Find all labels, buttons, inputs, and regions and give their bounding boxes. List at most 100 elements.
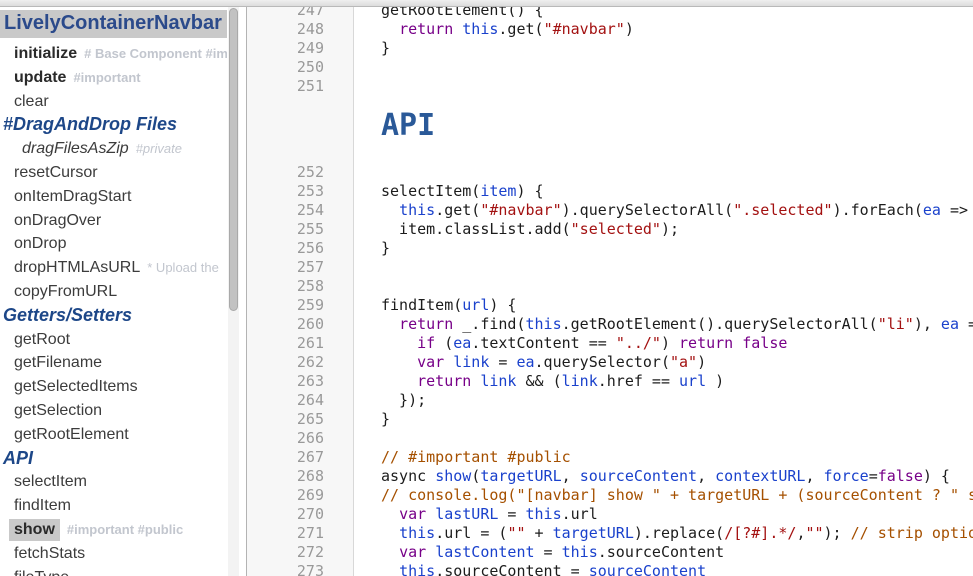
code-line[interactable]: });: [354, 391, 973, 410]
sidebar-item-onDragOver[interactable]: onDragOver: [0, 209, 227, 233]
member-label: selectItem: [14, 473, 87, 490]
code-line[interactable]: var lastContent = this.sourceContent: [354, 543, 973, 562]
code-token: .sourceContent: [598, 543, 724, 561]
code-token: }: [381, 39, 390, 57]
code-line[interactable]: var link = ea.querySelector("a"): [354, 353, 973, 372]
member-annotation: # Base Component #im: [84, 46, 227, 61]
code-line[interactable]: [354, 163, 973, 182]
code-token: false: [878, 467, 923, 485]
member-annotation: * Upload the: [147, 260, 219, 275]
sidebar-item-onDrop[interactable]: onDrop: [0, 232, 227, 256]
code-token: [381, 372, 417, 390]
line-number: 273: [247, 562, 354, 576]
code-line[interactable]: // console.log("[navbar] show " + target…: [354, 486, 973, 505]
sidebar-item-clear[interactable]: clear: [0, 90, 227, 114]
code-token: show: [435, 467, 471, 485]
code-token: ) {: [489, 296, 516, 314]
sidebar-item-getRootElement[interactable]: getRootElement: [0, 423, 227, 447]
sidebar-item-dropHTMLAsURL[interactable]: dropHTMLAsURL* Upload the: [0, 256, 227, 280]
line-number: 249: [247, 39, 354, 58]
code-line[interactable]: findItem(url) {: [354, 296, 973, 315]
sidebar-group-heading[interactable]: Getters/Setters: [0, 304, 227, 328]
sidebar-item-onItemDragStart[interactable]: onItemDragStart: [0, 185, 227, 209]
sidebar-item-dragFilesAsZip[interactable]: dragFilesAsZip#private: [0, 137, 227, 161]
code-row: 261 if (ea.textContent == "../") return …: [247, 334, 973, 353]
code-line[interactable]: [354, 429, 973, 448]
code-line[interactable]: item.classList.add("selected");: [354, 220, 973, 239]
line-number: 264: [247, 391, 354, 410]
code-token: return: [399, 315, 453, 333]
sidebar-item-getSelection[interactable]: getSelection: [0, 399, 227, 423]
sidebar-item-fetchStats[interactable]: fetchStats: [0, 542, 227, 566]
sidebar-item-getFilename[interactable]: getFilename: [0, 351, 227, 375]
line-number: 263: [247, 372, 354, 391]
code-token: force: [824, 467, 869, 485]
member-label: getSelectedItems: [14, 378, 138, 395]
code-line[interactable]: }: [354, 239, 973, 258]
code-line[interactable]: return link && (link.href == url ): [354, 372, 973, 391]
code-row: 255 item.classList.add("selected");: [247, 220, 973, 239]
sidebar-item-selectItem[interactable]: selectItem: [0, 470, 227, 494]
sidebar-item-copyFromURL[interactable]: copyFromURL: [0, 280, 227, 304]
sidebar-scrollbar-thumb[interactable]: [229, 8, 238, 311]
code-token: ea: [453, 334, 471, 352]
sidebar-item-fileType[interactable]: fileType: [0, 566, 227, 576]
code-line[interactable]: }: [354, 410, 973, 429]
code-line[interactable]: [354, 58, 973, 77]
code-line[interactable]: var lastURL = this.url: [354, 505, 973, 524]
code-line[interactable]: return this.get("#navbar"): [354, 20, 973, 39]
code-token: ea: [516, 353, 534, 371]
member-label: Getters/Setters: [3, 305, 132, 325]
sidebar-group-heading[interactable]: API: [0, 447, 227, 471]
code-token: var: [399, 543, 426, 561]
code-token: findItem(: [381, 296, 462, 314]
code-token: url: [679, 372, 706, 390]
code-row: 257: [247, 258, 973, 277]
code-line[interactable]: [354, 258, 973, 277]
code-line[interactable]: [354, 77, 973, 96]
code-line[interactable]: async show(targetURL, sourceContent, con…: [354, 467, 973, 486]
code-line[interactable]: [354, 277, 973, 296]
sidebar-group-heading[interactable]: #DragAndDrop Files: [0, 113, 227, 137]
code-row: 251: [247, 77, 973, 96]
sidebar-scrollbar-track[interactable]: [228, 7, 239, 576]
line-number: 253: [247, 182, 354, 201]
sidebar-item-findItem[interactable]: findItem: [0, 494, 227, 518]
section-heading[interactable]: API: [354, 96, 973, 163]
code-token: "li": [878, 315, 914, 333]
code-line[interactable]: if (ea.textContent == "../") return fals…: [354, 334, 973, 353]
line-number: 248: [247, 20, 354, 39]
code-token: return: [417, 372, 471, 390]
code-row: 263 return link && (link.href == url ): [247, 372, 973, 391]
code-token: =: [498, 505, 525, 523]
code-line[interactable]: selectItem(item) {: [354, 182, 973, 201]
code-token: .getRootElement().querySelectorAll(: [562, 315, 878, 333]
code-row: 268async show(targetURL, sourceContent, …: [247, 467, 973, 486]
code-row: 270 var lastURL = this.url: [247, 505, 973, 524]
sidebar-item-update[interactable]: update#important: [0, 66, 227, 90]
code-line[interactable]: this.url = ("" + targetURL).replace(/[?#…: [354, 524, 973, 543]
sidebar-item-resetCursor[interactable]: resetCursor: [0, 161, 227, 185]
code-token: contextURL: [715, 467, 805, 485]
code-token: =: [489, 353, 516, 371]
code-row: 252: [247, 163, 973, 182]
section-heading-row: API: [247, 96, 973, 163]
sidebar-item-initialize[interactable]: initialize# Base Component #im: [0, 42, 227, 66]
sidebar-item-getRoot[interactable]: getRoot: [0, 328, 227, 352]
code-line[interactable]: this.get("#navbar").querySelectorAll(".s…: [354, 201, 973, 220]
code-line[interactable]: return _.find(this.getRootElement().quer…: [354, 315, 973, 334]
top-horizontal-scrollbar[interactable]: [0, 0, 973, 7]
member-label: #DragAndDrop Files: [3, 114, 177, 134]
code-editor[interactable]: 247getRootElement() {248 return this.get…: [246, 0, 973, 576]
code-token: ): [697, 353, 706, 371]
code-line[interactable]: }: [354, 39, 973, 58]
sidebar-item-show[interactable]: show#important #public: [0, 518, 227, 542]
class-title[interactable]: LivelyContainerNavbar: [0, 10, 227, 38]
code-token: this: [526, 315, 562, 333]
code-token: targetURL: [480, 467, 561, 485]
code-line[interactable]: // #important #public: [354, 448, 973, 467]
line-number: 252: [247, 163, 354, 182]
code-line[interactable]: this.sourceContent = sourceContent: [354, 562, 973, 576]
sidebar-item-getSelectedItems[interactable]: getSelectedItems: [0, 375, 227, 399]
code-token: +: [526, 524, 553, 542]
